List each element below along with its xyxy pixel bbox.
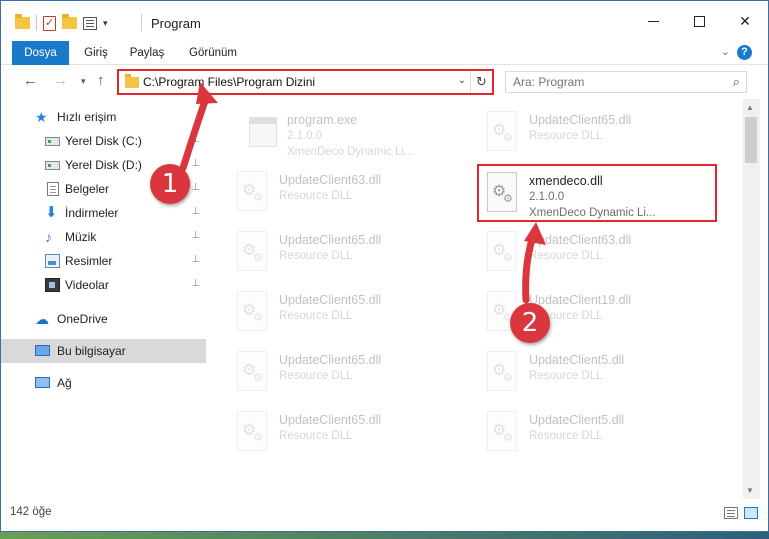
- annotation-arrowhead-2: [524, 222, 546, 245]
- annotation-arrow-2: [522, 232, 537, 304]
- step-badge-2: 2: [510, 303, 550, 343]
- annotation-arrows: [179, 82, 546, 304]
- annotation-arrowhead-1: [196, 82, 218, 104]
- annotation-arrow-1: [179, 91, 211, 172]
- step-badge-1: 1: [150, 164, 190, 204]
